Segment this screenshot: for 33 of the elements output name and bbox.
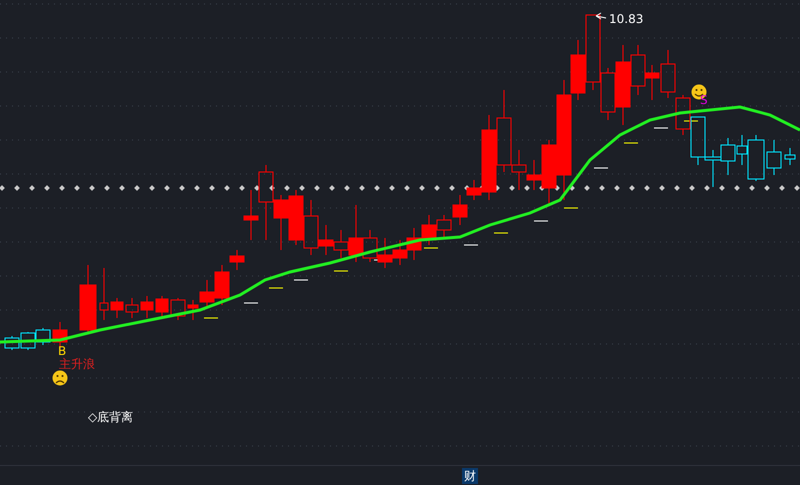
- candlestick: [140, 296, 154, 318]
- candlestick: [644, 64, 660, 100]
- candlestick: [436, 214, 452, 238]
- candlestick: [288, 190, 304, 246]
- candlestick: [392, 240, 408, 266]
- candlestick: [766, 140, 782, 176]
- candlestick: [660, 50, 676, 98]
- signal-label: B: [58, 345, 66, 357]
- candlestick: [784, 148, 796, 166]
- candlestick: [80, 264, 96, 332]
- high-price-label: 10.83: [609, 13, 644, 25]
- candlestick: [704, 150, 722, 188]
- candlestick: [126, 298, 138, 318]
- finance-badge[interactable]: 财: [462, 468, 478, 484]
- candlestick: [406, 228, 422, 260]
- signal-label: S: [700, 94, 708, 106]
- wave-label: 主升浪: [59, 358, 95, 370]
- candlestick: [20, 332, 36, 350]
- candlestick: [170, 298, 186, 320]
- candlestick: [110, 298, 124, 318]
- candlestick: [156, 296, 168, 318]
- candlestick: [690, 116, 706, 166]
- candlestick: [100, 268, 108, 320]
- candlestick: [188, 300, 198, 320]
- candlestick: [36, 328, 50, 346]
- candlestick: [4, 336, 20, 350]
- pointer-arrow-icon: [596, 12, 606, 20]
- divergence-label: ◇底背离: [88, 411, 134, 423]
- candlestick: [274, 194, 288, 250]
- candlestick: [720, 138, 736, 176]
- candlestick: [422, 214, 436, 246]
- candlestick: [378, 238, 392, 268]
- candlestick: [676, 94, 690, 136]
